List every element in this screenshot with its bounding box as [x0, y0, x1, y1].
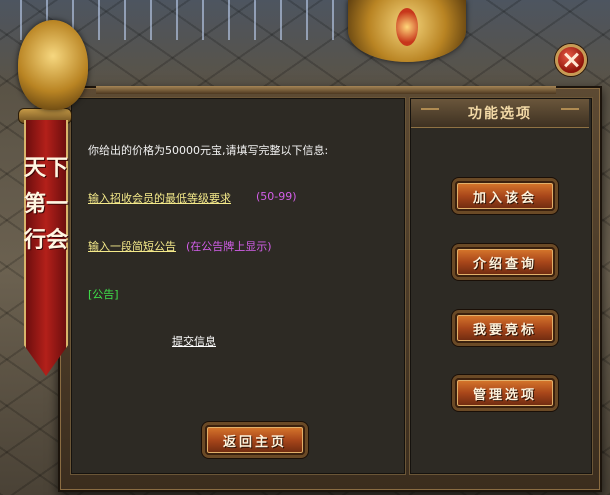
announcement-input-link[interactable]: 输入一段简短公告: [88, 238, 176, 254]
dragon-head-left-icon: [18, 20, 88, 110]
banner-text: 天下第一行会: [24, 155, 69, 253]
guild-info-button[interactable]: 介绍查询: [455, 247, 555, 277]
min-level-input-link[interactable]: 输入招收会员的最低等级要求: [88, 190, 231, 206]
submit-info-link[interactable]: 提交信息: [172, 333, 216, 349]
manage-options-button[interactable]: 管理选项: [455, 378, 555, 408]
return-home-button[interactable]: 返回主页: [205, 425, 305, 455]
announcement-tag: [公告]: [88, 288, 119, 301]
dragon-gem-icon: [396, 8, 418, 46]
price-intro-text: 你给出的价格为50000元宝,请填写完整以下信息:: [88, 142, 328, 158]
price-intro-suffix: 元宝,请填写完整以下信息:: [200, 144, 329, 157]
frame-top-edge: [96, 86, 556, 94]
join-guild-button[interactable]: 加入该会: [455, 181, 555, 211]
price-intro-prefix: 你给出的价格为: [88, 144, 165, 157]
price-value: 50000: [165, 144, 200, 157]
announcement-note: (在公告牌上显示): [186, 240, 272, 253]
min-level-range: (50-99): [256, 190, 297, 203]
function-options-title: 功能选项: [411, 99, 589, 128]
close-icon[interactable]: [555, 44, 587, 76]
function-options-panel: [409, 97, 593, 475]
bid-button[interactable]: 我要竞标: [455, 313, 555, 343]
